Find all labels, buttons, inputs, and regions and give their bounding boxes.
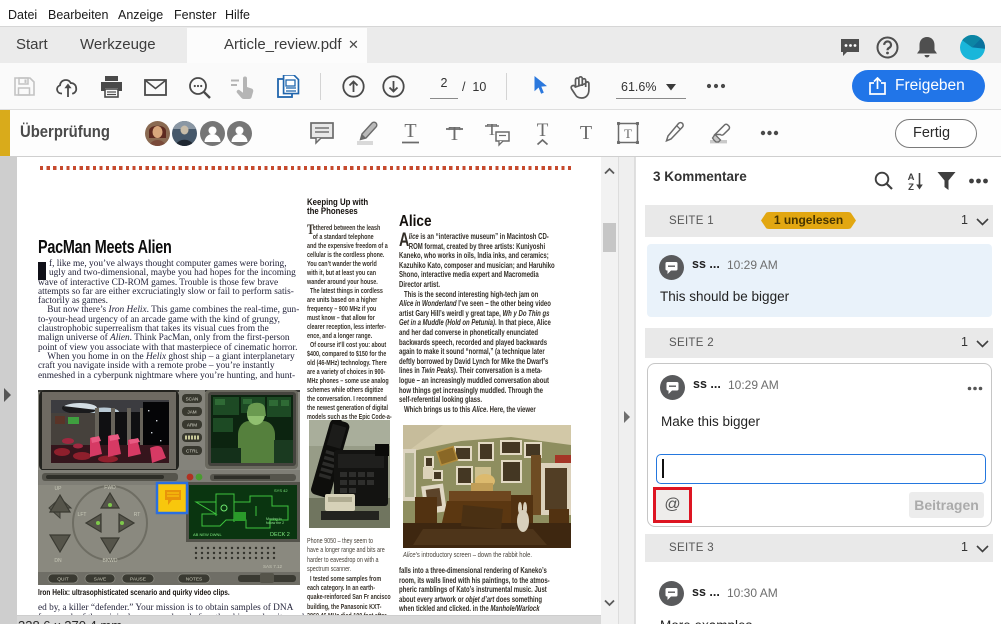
svg-text:RT: RT bbox=[134, 512, 141, 518]
svg-text:T: T bbox=[537, 120, 549, 141]
svg-text:AB NEW DWNL: AB NEW DWNL bbox=[193, 532, 222, 537]
svg-text:SYS 42: SYS 42 bbox=[274, 488, 288, 493]
svg-text:T: T bbox=[580, 122, 592, 144]
svg-text:DECK 2: DECK 2 bbox=[270, 532, 290, 538]
svg-text:T: T bbox=[448, 123, 460, 145]
svg-text:UP: UP bbox=[55, 486, 63, 492]
svg-text:Z: Z bbox=[908, 182, 914, 191]
svg-text:FWD: FWD bbox=[104, 485, 116, 491]
svg-text:JAM: JAM bbox=[187, 410, 196, 415]
svg-text:follow the 2: follow the 2 bbox=[266, 521, 284, 525]
svg-text:T: T bbox=[624, 126, 632, 141]
svg-text:CTRL: CTRL bbox=[186, 449, 198, 454]
svg-text:QUIT: QUIT bbox=[57, 577, 69, 583]
svg-text:SCAN: SCAN bbox=[186, 397, 199, 402]
svg-text:T: T bbox=[404, 120, 416, 142]
svg-text:PAUSE: PAUSE bbox=[130, 577, 146, 583]
svg-text:SAS 7.12: SAS 7.12 bbox=[263, 564, 283, 569]
svg-text:ARM: ARM bbox=[187, 423, 197, 428]
svg-text:DN: DN bbox=[54, 558, 62, 564]
svg-text:BKWD: BKWD bbox=[103, 558, 118, 564]
svg-text:SAVE: SAVE bbox=[94, 577, 106, 583]
svg-text:NOTES: NOTES bbox=[186, 577, 203, 583]
svg-text:LFT: LFT bbox=[78, 512, 87, 518]
